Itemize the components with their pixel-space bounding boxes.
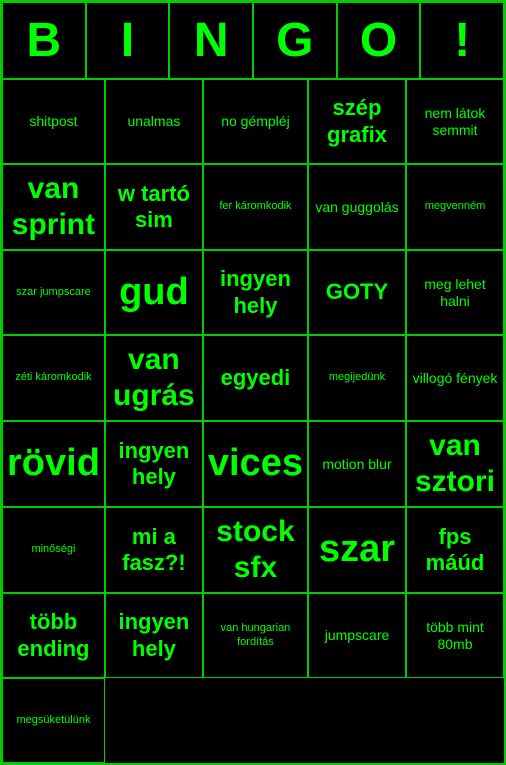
cell-text-10: szar jumpscare [16,286,91,299]
bingo-cell-2: no gémpléj [203,79,308,164]
bingo-cell-10: szar jumpscare [2,250,105,335]
bingo-cell-28: szar [308,507,406,593]
cell-text-19: villogó fények [413,370,498,387]
cell-text-12: ingyen hely [208,266,303,319]
bingo-grid: shitpost unalmas no gémpléj szép grafix nem … [2,79,504,763]
bingo-cell-13: GOTY [308,250,406,335]
cell-text-28: szar [319,527,395,573]
bingo-cell-12: ingyen hely [203,250,308,335]
bingo-cell-15: zéti káromkodik [2,335,105,421]
cell-text-27: stock sfx [208,514,303,586]
cell-text-29: fps máúd [411,524,499,577]
cell-text-35: megsüketülünk [16,714,90,727]
cell-text-34: több mint 80mb [411,619,499,653]
bingo-cell-18: megijedünk [308,335,406,421]
bingo-header: B I N G O ! [2,2,504,79]
bingo-cell-5: van sprint [2,164,105,250]
bingo-cell-9: megvenném [406,164,504,250]
bingo-card: B I N G O ! shitpost unalmas no gémpléj szé… [0,0,506,765]
bingo-cell-32: van hungarian fordítás [203,593,308,678]
bingo-cell-31: ingyen hely [105,593,203,678]
bingo-cell-29: fps máúd [406,507,504,593]
cell-text-0: shitpost [29,113,77,130]
cell-text-24: van sztori [411,428,499,500]
header-b: B [2,2,86,79]
cell-text-21: ingyen hely [110,438,198,491]
header-o: O [337,2,421,79]
cell-text-32: van hungarian fordítás [208,622,303,648]
cell-text-18: megijedünk [329,371,385,384]
bingo-cell-16: van ugrás [105,335,203,421]
cell-text-15: zéti káromkodik [15,371,91,384]
cell-text-16: van ugrás [110,342,198,414]
bingo-cell-23: motion blur [308,421,406,507]
bingo-cell-6: w tartó sim [105,164,203,250]
cell-text-8: van guggolás [315,199,398,216]
bingo-cell-4: nem látok semmit [406,79,504,164]
cell-text-11: gud [119,270,189,316]
cell-text-22: vices [208,441,303,487]
bingo-cell-17: egyedi [203,335,308,421]
cell-text-2: no gémpléj [221,113,290,130]
cell-text-7: fer káromkodik [219,200,291,213]
cell-text-26: mi a fasz?! [110,524,198,577]
cell-text-30: több ending [7,609,100,662]
bingo-cell-30: több ending [2,593,105,678]
bingo-cell-26: mi a fasz?! [105,507,203,593]
bingo-cell-24: van sztori [406,421,504,507]
cell-text-17: egyedi [221,365,291,391]
bingo-cell-33: jumpscare [308,593,406,678]
bingo-cell-14: meg lehet halni [406,250,504,335]
bingo-cell-25: minőségi [2,507,105,593]
bingo-cell-21: ingyen hely [105,421,203,507]
header-i: I [86,2,170,79]
cell-text-1: unalmas [127,113,180,130]
cell-text-33: jumpscare [325,627,390,644]
cell-text-14: meg lehet halni [411,276,499,310]
cell-text-3: szép grafix [313,95,401,148]
bingo-cell-27: stock sfx [203,507,308,593]
bingo-cell-22: vices [203,421,308,507]
cell-text-6: w tartó sim [110,181,198,234]
bingo-cell-35: megsüketülünk [2,678,105,763]
cell-text-4: nem látok semmit [411,105,499,139]
bingo-cell-3: szép grafix [308,79,406,164]
cell-text-20: rövid [7,441,100,487]
cell-text-31: ingyen hely [110,609,198,662]
header-g: G [253,2,337,79]
bingo-cell-0: shitpost [2,79,105,164]
bingo-cell-19: villogó fények [406,335,504,421]
bingo-cell-11: gud [105,250,203,335]
cell-text-23: motion blur [322,456,391,473]
bingo-cell-8: van guggolás [308,164,406,250]
cell-text-9: megvenném [425,200,486,213]
cell-text-13: GOTY [326,279,388,305]
cell-text-5: van sprint [7,171,100,243]
header-exclaim: ! [420,2,504,79]
bingo-cell-1: unalmas [105,79,203,164]
header-n: N [169,2,253,79]
bingo-cell-20: rövid [2,421,105,507]
bingo-cell-34: több mint 80mb [406,593,504,678]
bingo-cell-7: fer káromkodik [203,164,308,250]
cell-text-25: minőségi [31,543,75,556]
